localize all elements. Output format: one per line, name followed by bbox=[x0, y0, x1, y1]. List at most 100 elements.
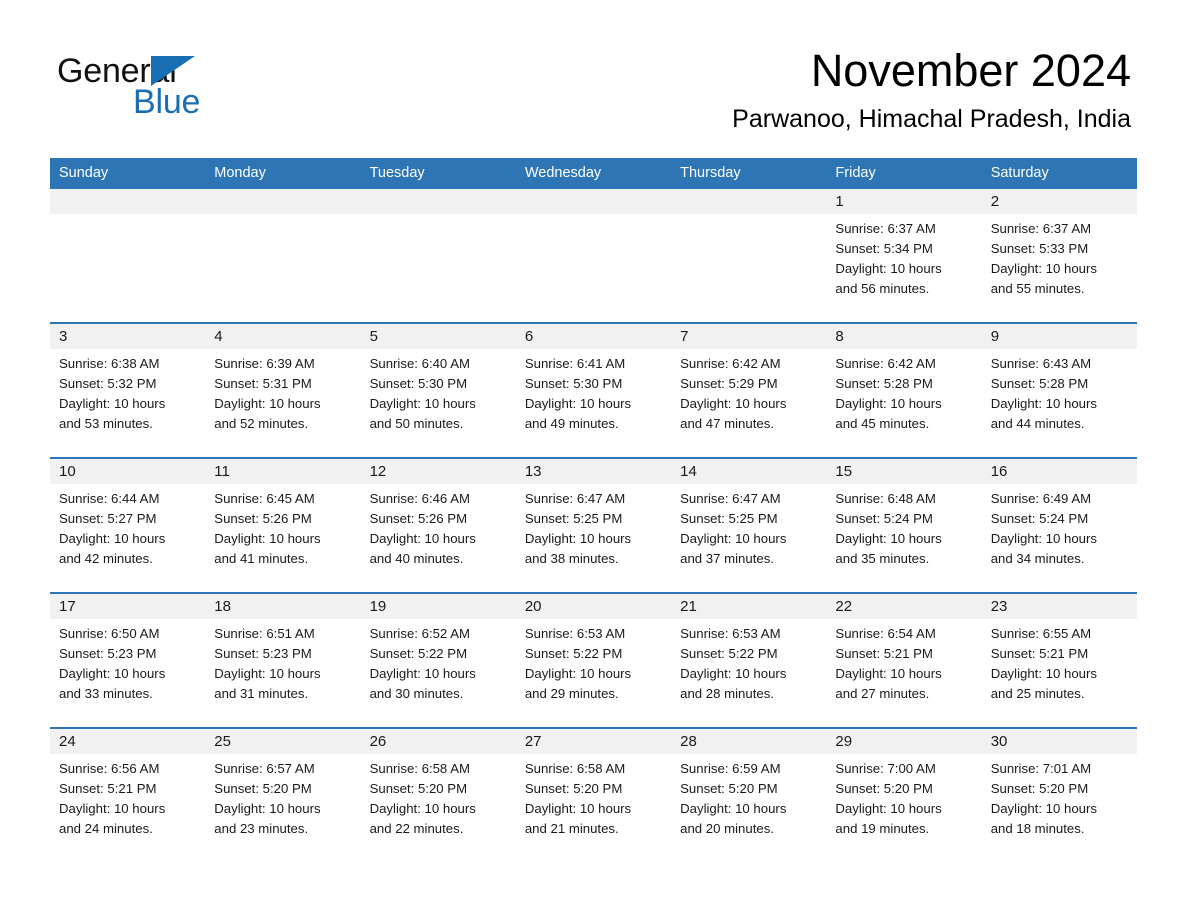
sunset-text: Sunset: 5:22 PM bbox=[369, 646, 468, 661]
day-number: 17 bbox=[50, 594, 206, 619]
day-cell[interactable]: 27 Sunrise: 6:58 AM Sunset: 5:20 PM Dayligh… bbox=[515, 729, 672, 862]
daylight-text-line1: Daylight: 10 hours bbox=[835, 261, 942, 276]
day-number: 21 bbox=[671, 594, 827, 619]
day-sun-info: Sunrise: 6:49 AM Sunset: 5:24 PM Daylight:… bbox=[982, 484, 1137, 569]
day-number: 29 bbox=[826, 729, 982, 754]
day-cell[interactable]: 15 Sunrise: 6:48 AM Sunset: 5:24 PM Dayligh… bbox=[826, 459, 982, 592]
daylight-text-line1: Daylight: 10 hours bbox=[680, 531, 787, 546]
day-cell[interactable]: 25 Sunrise: 6:57 AM Sunset: 5:20 PM Dayligh… bbox=[205, 729, 361, 862]
day-cell[interactable]: 21 Sunrise: 6:53 AM Sunset: 5:22 PM Dayligh… bbox=[671, 594, 827, 727]
day-cell[interactable]: 20 Sunrise: 6:53 AM Sunset: 5:22 PM Dayligh… bbox=[515, 594, 672, 727]
sunset-text: Sunset: 5:25 PM bbox=[680, 511, 778, 526]
daylight-text-line1: Daylight: 10 hours bbox=[369, 801, 476, 816]
sunrise-text: Sunrise: 6:56 AM bbox=[59, 761, 160, 776]
day-cell[interactable]: 19 Sunrise: 6:52 AM Sunset: 5:22 PM Dayligh… bbox=[360, 594, 516, 727]
daylight-text-line2: and 28 minutes. bbox=[680, 686, 774, 701]
day-number: 14 bbox=[671, 459, 827, 484]
day-number: 28 bbox=[671, 729, 827, 754]
day-cell[interactable]: 28 Sunrise: 6:59 AM Sunset: 5:20 PM Dayligh… bbox=[671, 729, 827, 862]
daylight-text-line2: and 47 minutes. bbox=[680, 416, 774, 431]
day-number bbox=[671, 189, 827, 214]
day-cell[interactable]: 14 Sunrise: 6:47 AM Sunset: 5:25 PM Dayligh… bbox=[671, 459, 827, 592]
daylight-text-line2: and 30 minutes. bbox=[369, 686, 464, 701]
day-cell[interactable]: 12 Sunrise: 6:46 AM Sunset: 5:26 PM Dayligh… bbox=[360, 459, 516, 592]
day-cell[interactable]: 9 Sunrise: 6:43 AM Sunset: 5:28 PM Daylight… bbox=[981, 324, 1137, 457]
daylight-text-line2: and 23 minutes. bbox=[214, 821, 309, 836]
day-cell[interactable]: 24 Sunrise: 6:56 AM Sunset: 5:21 PM Dayligh… bbox=[50, 729, 206, 862]
day-cell[interactable]: 7 Sunrise: 6:42 AM Sunset: 5:29 PM Daylight… bbox=[671, 324, 827, 457]
daylight-text-line2: and 49 minutes. bbox=[524, 416, 619, 431]
daylight-text-line2: and 40 minutes. bbox=[369, 551, 464, 566]
day-number: 2 bbox=[981, 189, 1137, 214]
day-number: 25 bbox=[205, 729, 361, 754]
day-sun-info: Sunrise: 6:43 AM Sunset: 5:28 PM Daylight:… bbox=[982, 349, 1137, 434]
calendar-week-row: 17 Sunrise: 6:50 AM Sunset: 5:23 PM Dayligh… bbox=[50, 592, 1137, 727]
sunset-text: Sunset: 5:22 PM bbox=[680, 646, 778, 661]
day-cell[interactable]: 22 Sunrise: 6:54 AM Sunset: 5:21 PM Dayligh… bbox=[826, 594, 982, 727]
day-cell[interactable]: 26 Sunrise: 6:58 AM Sunset: 5:20 PM Dayligh… bbox=[360, 729, 516, 862]
daylight-text-line1: Daylight: 10 hours bbox=[524, 531, 632, 546]
day-cell[interactable]: 17 Sunrise: 6:50 AM Sunset: 5:23 PM Dayligh… bbox=[50, 594, 206, 727]
day-cell[interactable]: 18 Sunrise: 6:51 AM Sunset: 5:23 PM Dayligh… bbox=[205, 594, 361, 727]
day-cell[interactable]: 16 Sunrise: 6:49 AM Sunset: 5:24 PM Dayligh… bbox=[981, 459, 1137, 592]
day-cell[interactable]: 30 Sunrise: 7:01 AM Sunset: 5:20 PM Dayligh… bbox=[981, 729, 1137, 862]
sunrise-text: Sunrise: 6:43 AM bbox=[990, 356, 1092, 371]
sunset-text: Sunset: 5:23 PM bbox=[59, 646, 157, 661]
sunrise-text: Sunrise: 6:44 AM bbox=[59, 491, 160, 506]
day-number: 20 bbox=[515, 594, 672, 619]
day-number: 6 bbox=[515, 324, 672, 349]
day-number: 4 bbox=[205, 324, 361, 349]
sunset-text: Sunset: 5:26 PM bbox=[214, 511, 312, 526]
sunrise-text: Sunrise: 6:38 AM bbox=[59, 356, 160, 371]
daylight-text-line2: and 19 minutes. bbox=[835, 821, 930, 836]
sunset-text: Sunset: 5:20 PM bbox=[214, 781, 312, 796]
generalblue-logo[interactable]: General Blue bbox=[57, 52, 297, 122]
sunset-text: Sunset: 5:20 PM bbox=[990, 781, 1089, 796]
sunset-text: Sunset: 5:22 PM bbox=[524, 646, 623, 661]
calendar-week-row: 10 Sunrise: 6:44 AM Sunset: 5:27 PM Dayligh… bbox=[50, 457, 1137, 592]
day-number: 13 bbox=[515, 459, 672, 484]
sunrise-text: Sunrise: 6:41 AM bbox=[524, 356, 626, 371]
sunset-text: Sunset: 5:28 PM bbox=[990, 376, 1089, 391]
sunset-text: Sunset: 5:20 PM bbox=[680, 781, 778, 796]
daylight-text-line2: and 42 minutes. bbox=[59, 551, 153, 566]
day-cell[interactable]: 4 Sunrise: 6:39 AM Sunset: 5:31 PM Daylight… bbox=[205, 324, 361, 457]
day-sun-info: Sunrise: 6:48 AM Sunset: 5:24 PM Daylight:… bbox=[826, 484, 981, 569]
daylight-text-line2: and 53 minutes. bbox=[59, 416, 153, 431]
sunrise-text: Sunrise: 6:42 AM bbox=[835, 356, 936, 371]
sunrise-text: Sunrise: 6:47 AM bbox=[680, 491, 781, 506]
day-cell[interactable]: 23 Sunrise: 6:55 AM Sunset: 5:21 PM Dayligh… bbox=[981, 594, 1137, 727]
weekday-header-tuesday: Tuesday bbox=[369, 165, 425, 181]
daylight-text-line2: and 20 minutes. bbox=[680, 821, 774, 836]
logo-triangle-icon bbox=[151, 56, 195, 86]
day-cell[interactable]: 5 Sunrise: 6:40 AM Sunset: 5:30 PM Daylight… bbox=[360, 324, 516, 457]
daylight-text-line1: Daylight: 10 hours bbox=[680, 666, 787, 681]
daylight-text-line2: and 56 minutes. bbox=[835, 281, 930, 296]
day-number: 7 bbox=[671, 324, 827, 349]
daylight-text-line1: Daylight: 10 hours bbox=[990, 396, 1097, 411]
day-cell[interactable]: 3 Sunrise: 6:38 AM Sunset: 5:32 PM Daylight… bbox=[50, 324, 206, 457]
day-sun-info: Sunrise: 6:58 AM Sunset: 5:20 PM Daylight:… bbox=[516, 754, 671, 839]
daylight-text-line2: and 34 minutes. bbox=[990, 551, 1085, 566]
day-sun-info: Sunrise: 6:53 AM Sunset: 5:22 PM Daylight:… bbox=[671, 619, 826, 704]
daylight-text-line2: and 52 minutes. bbox=[214, 416, 309, 431]
day-cell[interactable]: 1 Sunrise: 6:37 AM Sunset: 5:34 PM Daylight… bbox=[826, 189, 982, 322]
logo-text-blue: Blue bbox=[133, 83, 201, 121]
day-cell[interactable]: 2 Sunrise: 6:37 AM Sunset: 5:33 PM Daylight… bbox=[981, 189, 1137, 322]
day-sun-info: Sunrise: 6:54 AM Sunset: 5:21 PM Daylight:… bbox=[826, 619, 981, 704]
day-cell[interactable]: 13 Sunrise: 6:47 AM Sunset: 5:25 PM Dayligh… bbox=[515, 459, 672, 592]
daylight-text-line1: Daylight: 10 hours bbox=[59, 396, 166, 411]
weekday-header-sunday: Sunday bbox=[59, 165, 109, 181]
day-cell-empty bbox=[50, 189, 206, 322]
sunset-text: Sunset: 5:29 PM bbox=[680, 376, 778, 391]
day-cell[interactable]: 6 Sunrise: 6:41 AM Sunset: 5:30 PM Daylight… bbox=[515, 324, 672, 457]
day-cell[interactable]: 11 Sunrise: 6:45 AM Sunset: 5:26 PM Dayligh… bbox=[205, 459, 361, 592]
day-cell[interactable]: 29 Sunrise: 7:00 AM Sunset: 5:20 PM Dayligh… bbox=[826, 729, 982, 862]
sunrise-text: Sunrise: 6:52 AM bbox=[369, 626, 470, 641]
sunset-text: Sunset: 5:24 PM bbox=[990, 511, 1089, 526]
day-number: 30 bbox=[981, 729, 1137, 754]
day-cell[interactable]: 10 Sunrise: 6:44 AM Sunset: 5:27 PM Dayligh… bbox=[50, 459, 206, 592]
daylight-text-line2: and 38 minutes. bbox=[524, 551, 619, 566]
sunset-text: Sunset: 5:27 PM bbox=[59, 511, 157, 526]
day-cell[interactable]: 8 Sunrise: 6:42 AM Sunset: 5:28 PM Daylight… bbox=[826, 324, 982, 457]
